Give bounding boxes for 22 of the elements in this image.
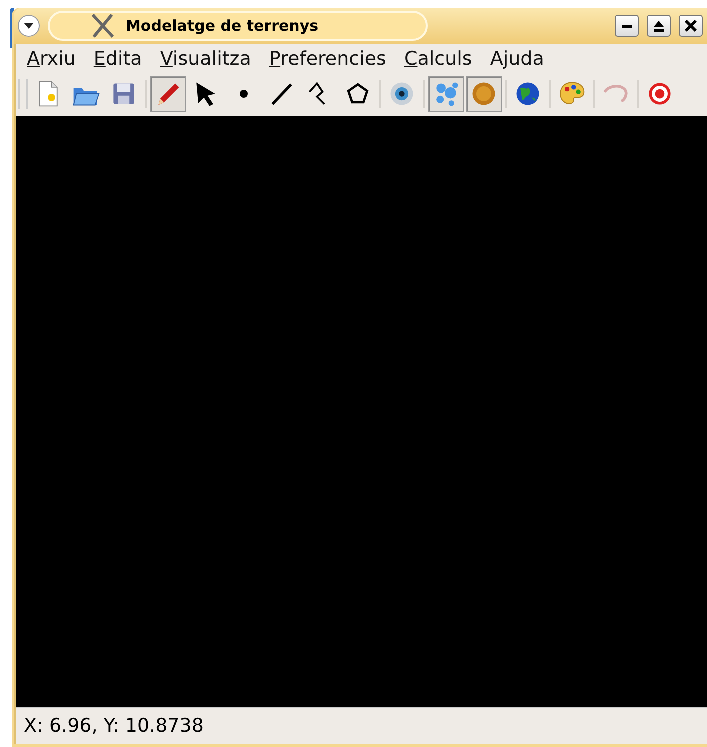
window-menu-button[interactable] bbox=[18, 15, 40, 37]
dot-icon bbox=[240, 90, 248, 98]
minimize-icon bbox=[622, 24, 632, 28]
menu-item[interactable]: Arxiu bbox=[18, 48, 85, 70]
chevron-down-icon bbox=[23, 22, 35, 30]
menu-item[interactable]: Ajuda bbox=[481, 48, 554, 70]
menu-item[interactable]: Visualitza bbox=[151, 48, 260, 70]
status-text: X: 6.96, Y: 10.8738 bbox=[24, 715, 204, 737]
eject-icon bbox=[652, 19, 666, 33]
x-logo-icon bbox=[90, 13, 116, 39]
bubbles-button[interactable] bbox=[428, 76, 464, 112]
menu-item[interactable]: Edita bbox=[84, 48, 152, 70]
close-button[interactable] bbox=[679, 15, 703, 37]
close-icon bbox=[684, 19, 698, 33]
textured-ball-button[interactable] bbox=[466, 76, 502, 112]
window-title: Modelatge de terrenys bbox=[126, 17, 319, 35]
menu-item[interactable]: Calculs bbox=[395, 48, 482, 70]
minimize-button[interactable] bbox=[615, 15, 639, 37]
menu-item[interactable]: Preferencies bbox=[260, 48, 396, 70]
toolbar-grip[interactable] bbox=[18, 79, 28, 109]
maximize-button[interactable] bbox=[647, 15, 671, 37]
pencil-button[interactable] bbox=[150, 76, 186, 112]
